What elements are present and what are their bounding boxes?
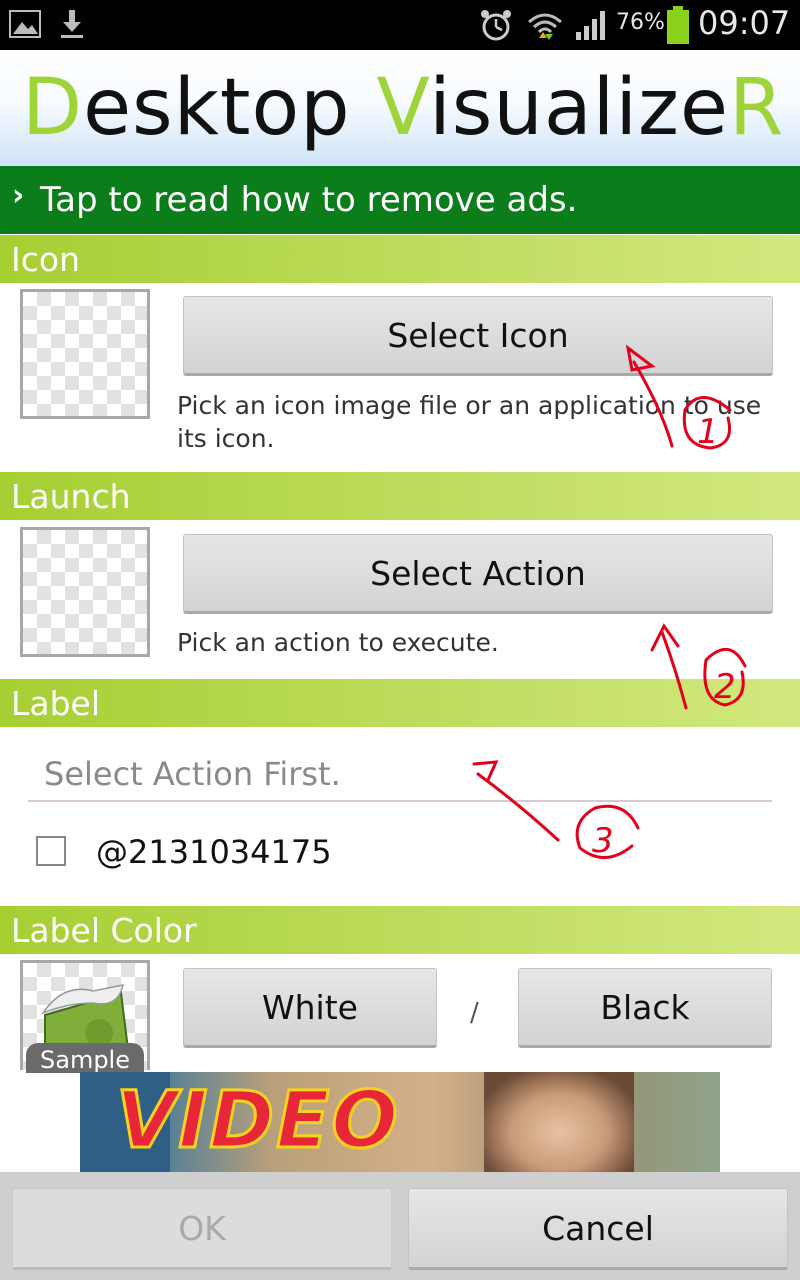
title-part-esktop: esktop: [83, 63, 377, 153]
app-banner: Desktop VisualizeR: [0, 50, 800, 166]
select-action-button[interactable]: Select Action: [183, 534, 773, 614]
launch-preview[interactable]: [20, 527, 150, 657]
status-bar: 76% 09:07: [0, 0, 800, 50]
section-header-label: Label: [0, 679, 800, 727]
app-title: Desktop VisualizeR: [22, 58, 785, 158]
select-icon-button[interactable]: Select Icon: [183, 296, 773, 376]
action-description: Pick an action to execute.: [177, 628, 499, 657]
cancel-button[interactable]: Cancel: [408, 1188, 788, 1270]
ok-button[interactable]: OK: [12, 1188, 392, 1270]
remove-ads-text: Tap to read how to remove ads.: [40, 180, 578, 220]
title-part-isualize: isualize: [429, 63, 729, 153]
battery-percentage: 76%: [616, 10, 665, 35]
color-separator: /: [470, 998, 479, 1028]
label-checkbox-text: @2131034175: [96, 833, 332, 871]
section-header-launch: Launch: [0, 472, 800, 520]
annotation-number-3: 3: [592, 821, 614, 861]
chevron-right-icon: ›: [12, 178, 25, 213]
gallery-icon: [9, 10, 41, 38]
alarm-icon: [481, 10, 511, 41]
section-header-label-color: Label Color: [0, 906, 800, 954]
battery-icon: [667, 6, 689, 44]
wifi-icon: [528, 13, 562, 40]
ad-video-text: VIDEO: [115, 1075, 400, 1168]
sample-badge: Sample: [26, 1043, 144, 1073]
annotation-circle-3: [575, 804, 640, 859]
title-letter-d: D: [22, 63, 84, 153]
video-ad-banner[interactable]: VIDEO: [80, 1072, 720, 1172]
icon-description: Pick an icon image file or an applicatio…: [177, 391, 762, 453]
download-icon: [61, 10, 83, 38]
title-letter-v: V: [376, 63, 430, 153]
label-input[interactable]: [28, 748, 772, 802]
clock: 09:07: [698, 4, 791, 42]
label-checkbox[interactable]: [36, 836, 66, 866]
signal-icon: [576, 11, 605, 40]
ad-person-image: [484, 1072, 634, 1172]
black-button[interactable]: Black: [518, 968, 772, 1048]
title-letter-r: R: [728, 63, 785, 153]
remove-ads-bar[interactable]: › Tap to read how to remove ads.: [0, 166, 800, 234]
white-button[interactable]: White: [183, 968, 437, 1048]
dialog-button-bar: OK Cancel: [0, 1172, 800, 1280]
icon-preview[interactable]: [20, 289, 150, 419]
section-header-icon: Icon: [0, 235, 800, 283]
